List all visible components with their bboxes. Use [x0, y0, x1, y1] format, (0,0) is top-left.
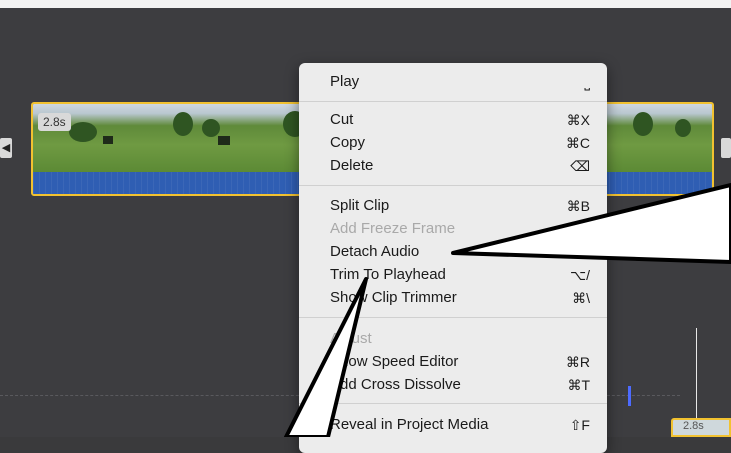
- callout-bubble-bottom: [284, 277, 368, 437]
- callout-bubble-right: [451, 183, 731, 264]
- callout-overlay: [284, 183, 731, 437]
